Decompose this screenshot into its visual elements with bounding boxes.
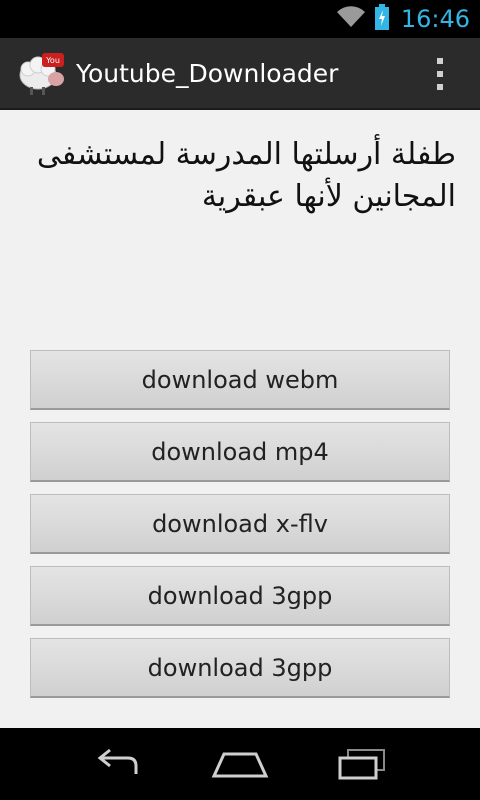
video-title: طفلة أرسلتها المدرسة لمستشفى المجانين لأ… [36,137,456,214]
recent-apps-icon[interactable] [334,746,390,786]
action-bar: You Youtube_Downloader [0,38,480,110]
navigation-bar [0,728,480,800]
download-x-flv-button[interactable]: download x-flv [30,494,450,554]
download-mp4-button[interactable]: download mp4 [30,422,450,482]
youtube-sheep-icon[interactable]: You [16,47,68,99]
battery-charging-icon [374,4,389,34]
back-icon[interactable] [92,746,148,786]
wifi-icon [336,6,365,32]
download-buttons: download webm download mp4 download x-fl… [30,350,450,710]
download-webm-button[interactable]: download webm [30,350,450,410]
svg-text:You: You [45,56,60,65]
download-3gpp-button[interactable]: download 3gpp [30,566,450,626]
home-icon[interactable] [210,746,270,786]
download-3gpp-button-2[interactable]: download 3gpp [30,638,450,698]
clock: 16:46 [400,5,470,33]
app-title: Youtube_Downloader [76,58,339,88]
status-bar: 16:46 [0,0,480,38]
overflow-menu-icon[interactable] [430,58,450,90]
main-content: طفلة أرسلتها المدرسة لمستشفى المجانين لأ… [0,110,480,728]
